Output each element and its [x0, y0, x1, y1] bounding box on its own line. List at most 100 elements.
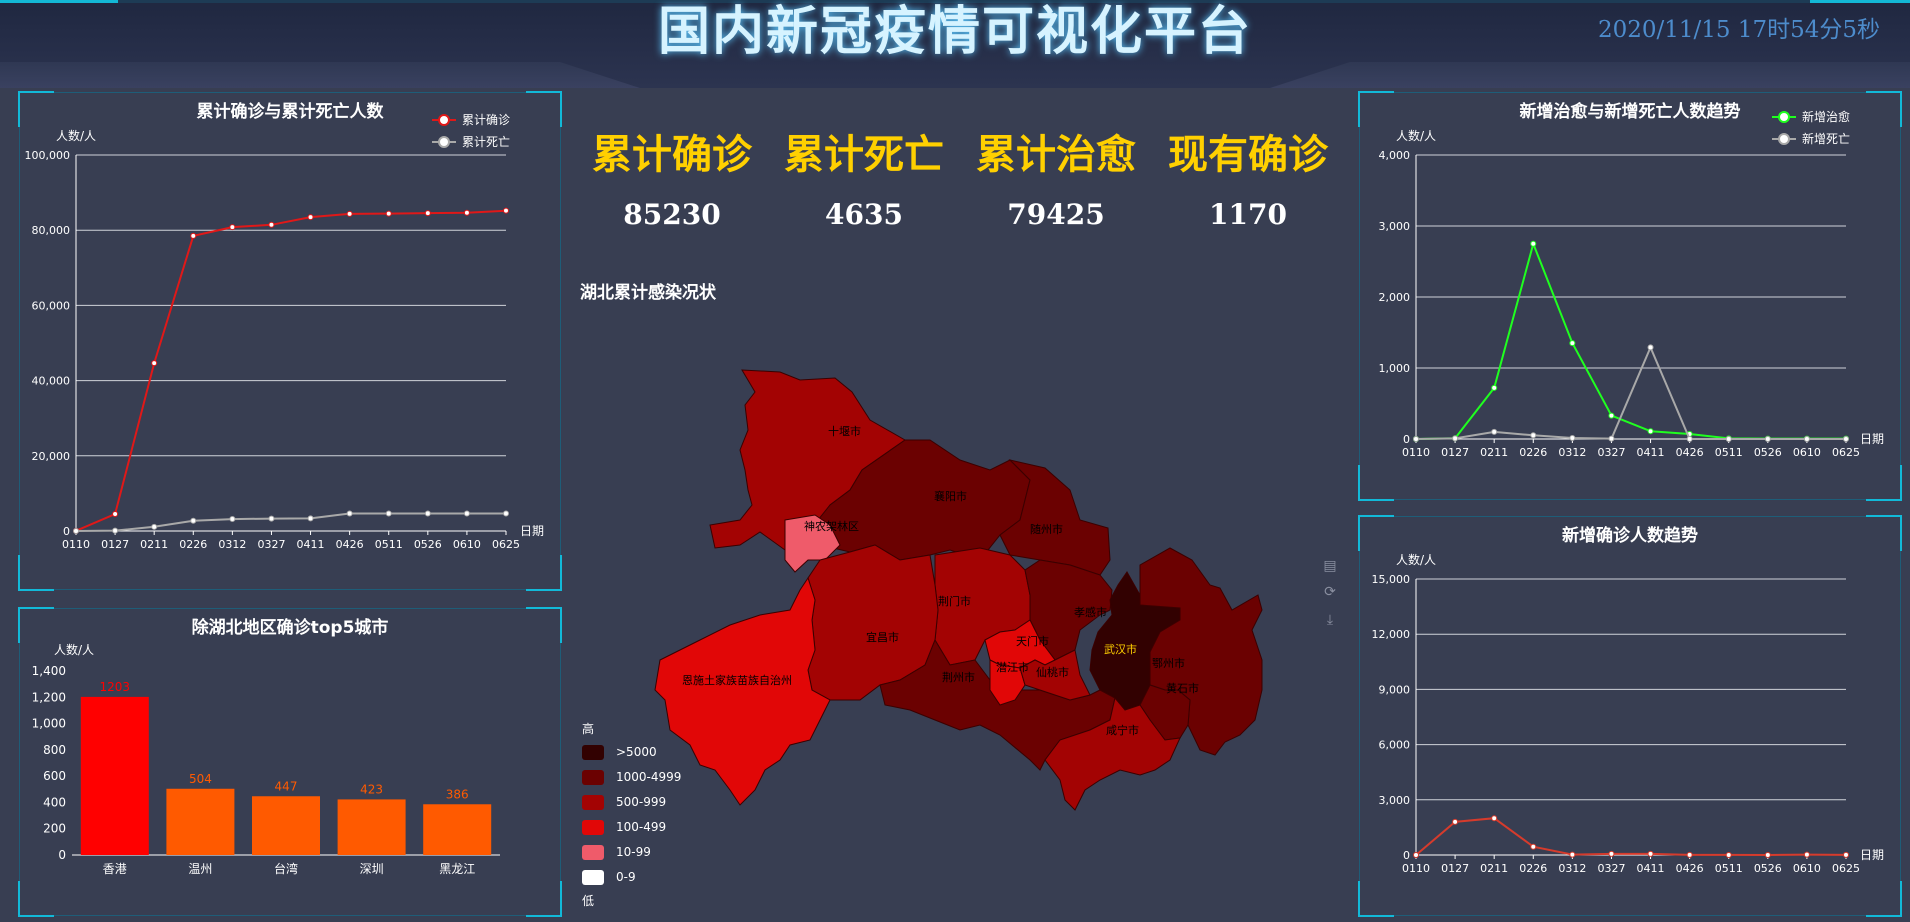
data-point [268, 515, 275, 522]
data-point [1686, 436, 1693, 442]
x-tick-label: 0411 [1637, 446, 1665, 459]
region-shennongjia[interactable] [784, 514, 841, 573]
region-jingzhou[interactable] [879, 638, 1116, 771]
region-xiangyang[interactable] [817, 439, 1031, 561]
x-tick-label: 0312 [218, 538, 246, 551]
x-tick-label: 0610 [453, 538, 481, 551]
region-wuhan[interactable] [1089, 571, 1181, 711]
clock: 2020/11/15 17时54分5秒 [1597, 17, 1880, 43]
x-tick-label: 0411 [297, 538, 325, 551]
y-tick-label: 1,000 [1379, 362, 1411, 375]
region-xiantao[interactable] [1019, 649, 1091, 701]
hubei-map[interactable]: 十堰市 襄阳市 随州市 神农架林区 荆门市 孝感市 宜昌市 天门市 武汉市 鄂州… [0, 0, 1263, 811]
region-suizhou[interactable] [999, 459, 1111, 576]
x-tick-label: 0625 [1832, 446, 1860, 459]
data-point [1491, 384, 1498, 391]
data-point [424, 510, 431, 517]
legend-label: 新增治愈 [1802, 109, 1850, 124]
series-line [75, 512, 506, 532]
data-point [151, 360, 158, 367]
bar [423, 804, 492, 855]
bar [337, 799, 406, 855]
kpi-label-deaths: 累计死亡 [784, 132, 944, 178]
data-point [307, 515, 314, 522]
panel-new-confirmed: 新增确诊人数趋势 0 3,000 6,000 9,000 12,000 15,000 011… [1358, 515, 1902, 917]
city-label: 仙桃市 [1036, 665, 1069, 679]
kpi-value-deaths: 4635 [825, 198, 903, 231]
legend-label: 100-499 [616, 820, 667, 834]
legend-low-label: 低 [582, 894, 595, 908]
city-label: 恩施土家族苗族自治州 [682, 673, 792, 687]
data-point [190, 232, 197, 239]
region-jingmen[interactable] [934, 547, 1031, 666]
x-tick-label: 0610 [1793, 862, 1821, 875]
x-tick-label: 0226 [179, 538, 207, 551]
data-point [1843, 851, 1849, 858]
region-shiyan[interactable] [709, 369, 906, 561]
x-tick-label: 0226 [1519, 446, 1547, 459]
map-title: 湖北累计感染况状 [580, 283, 716, 303]
series-line [1415, 817, 1847, 857]
legend-swatch [582, 745, 604, 760]
kpi-value-confirmed: 85230 [623, 198, 721, 231]
legend-label: 500-999 [616, 795, 667, 809]
bar [166, 788, 235, 855]
legend-swatch [582, 845, 604, 860]
x-tick-label: 0610 [1793, 446, 1821, 459]
legend-label: 累计确诊 [462, 113, 510, 127]
x-tick-label: 0110 [1402, 862, 1430, 875]
y-tick-label: 6,000 [1379, 739, 1411, 752]
header-wing-right [1270, 62, 1910, 88]
bar-value-label: 423 [360, 782, 383, 796]
save-image-icon[interactable]: ⤓ [1322, 612, 1338, 628]
region-qianjiang[interactable] [989, 659, 1026, 706]
city-label: 天门市 [1016, 634, 1049, 648]
x-tick-label: 台湾 [274, 861, 298, 876]
y-tick-label: 800 [43, 743, 66, 757]
x-tick-label: 0526 [1754, 862, 1782, 875]
data-point [1647, 850, 1654, 857]
y-tick-label: 200 [43, 822, 66, 836]
data-point [229, 224, 236, 231]
data-point [229, 516, 236, 523]
cumulative-chart: 0 20,000 40,000 60,000 80,000 100,000 0110 0127… [25, 113, 545, 551]
y-tick-label: 40,000 [32, 375, 71, 388]
data-point [1530, 843, 1537, 850]
kpi-label-confirmed: 累计确诊 [592, 132, 752, 178]
y-tick-label: 400 [43, 795, 66, 809]
x-tick-label: 0426 [1676, 446, 1704, 459]
legend-swatch [582, 795, 604, 810]
y-tick-label: 3,000 [1379, 220, 1411, 233]
y-axis-label: 人数/人 [1396, 128, 1436, 143]
restore-icon[interactable]: ⟳ [1322, 584, 1338, 600]
x-tick-label: 0327 [1597, 862, 1625, 875]
region-huanggang[interactable] [1139, 547, 1263, 756]
data-point [1452, 435, 1459, 442]
legend-swatch [582, 770, 604, 785]
region-ezhou-huangshi[interactable] [1139, 684, 1191, 741]
city-label: 咸宁市 [1106, 723, 1139, 737]
y-axis-label: 人数/人 [54, 642, 94, 657]
legend-label: 新增死亡 [1802, 131, 1850, 146]
y-axis-label: 人数/人 [56, 128, 96, 143]
data-view-icon[interactable]: ▤ [1322, 558, 1338, 574]
x-tick-label: 0211 [1480, 862, 1508, 875]
series-line [1415, 240, 1846, 440]
x-tick-label: 0110 [62, 538, 90, 551]
region-xiaogan[interactable] [1024, 559, 1113, 661]
data-point [463, 510, 470, 517]
data-point [503, 207, 509, 214]
x-tick-label: 0625 [492, 538, 520, 551]
x-tick-label: 0426 [336, 538, 364, 551]
legend-label: 1000-4999 [616, 770, 682, 784]
bar-value-label: 1203 [100, 680, 131, 694]
y-tick-label: 9,000 [1379, 683, 1411, 696]
region-tianmen[interactable] [984, 619, 1056, 669]
region-xianning[interactable] [1044, 696, 1181, 811]
x-tick-label: 0211 [140, 538, 168, 551]
region-yichang[interactable] [807, 544, 939, 701]
data-point [1843, 436, 1849, 442]
x-tick-label: 0312 [1558, 446, 1586, 459]
legend-label: 0-9 [616, 870, 636, 884]
x-tick-label: 黑龙江 [439, 862, 475, 876]
